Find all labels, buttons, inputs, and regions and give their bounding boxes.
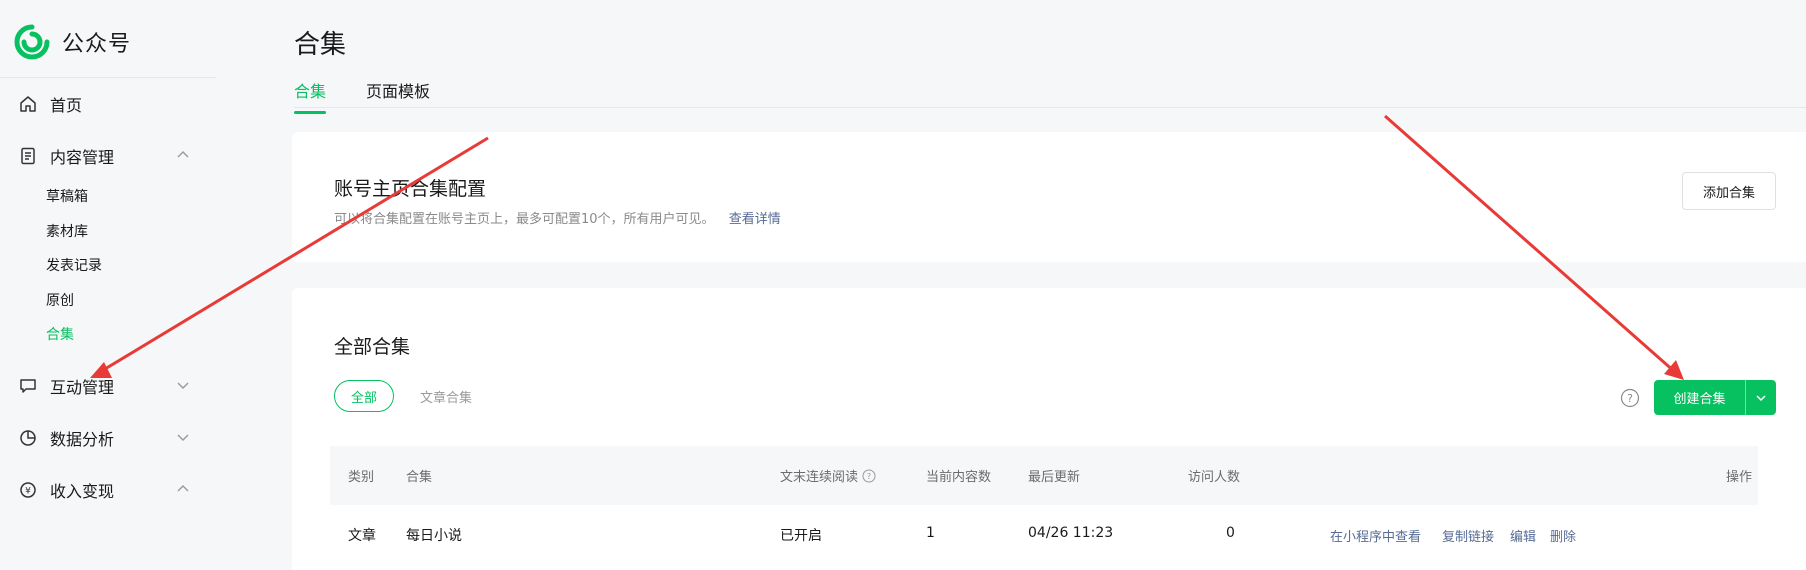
sidebar: 公众号 首页 内容管理 草稿箱 素材库 发表记录 原创 合集 互动管理 数据分析 — [0, 0, 216, 570]
table-header: 类别 合集 文末连续阅读 ? 当前内容数 最后更新 访问人数 操作 — [330, 446, 1758, 505]
cell-continuous-reading: 已开启 — [780, 528, 822, 544]
chevron-down-icon — [177, 434, 189, 441]
column-header-label: 文末连续阅读 — [780, 470, 859, 485]
chevron-down-icon — [177, 382, 189, 389]
svg-text:?: ? — [1627, 392, 1633, 405]
document-icon — [18, 146, 38, 166]
sidebar-item-label: 首页 — [50, 96, 83, 115]
tabs-divider — [294, 107, 1806, 108]
sidebar-item-home[interactable]: 首页 — [18, 92, 188, 116]
config-card-description: 可以将合集配置在账号主页上，最多可配置10个，所有用户可见。 查看详情 — [334, 208, 781, 227]
column-header-last-updated: 最后更新 — [1028, 470, 1081, 485]
divider — [0, 77, 216, 78]
create-collection-button[interactable]: 创建合集 — [1654, 380, 1776, 415]
homepage-config-card: 账号主页合集配置 可以将合集配置在账号主页上，最多可配置10个，所有用户可见。 … — [292, 132, 1806, 262]
help-icon[interactable]: ? — [862, 469, 876, 483]
svg-text:?: ? — [867, 472, 871, 481]
tab-collections[interactable]: 合集 — [294, 78, 327, 114]
page-title: 合集 — [294, 30, 347, 60]
sidebar-subitem-drafts[interactable]: 草稿箱 — [46, 186, 88, 206]
cell-collection-name: 每日小说 — [406, 528, 462, 544]
sidebar-item-label: 互动管理 — [50, 378, 115, 397]
tab-bar: 合集 页面模板 — [294, 78, 430, 114]
chevron-down-icon[interactable] — [1746, 392, 1776, 404]
comment-icon — [18, 376, 38, 396]
column-header-visitors: 访问人数 — [1188, 470, 1241, 485]
sidebar-item-label: 内容管理 — [50, 148, 115, 167]
column-header-continuous-reading: 文末连续阅读 ? — [780, 466, 876, 485]
sidebar-item-label: 数据分析 — [50, 430, 115, 449]
sidebar-item-label: 收入变现 — [50, 482, 115, 501]
column-header-type: 类别 — [348, 470, 375, 485]
chevron-up-icon — [177, 485, 189, 492]
delete-link[interactable]: 删除 — [1550, 526, 1576, 545]
brand[interactable]: 公众号 — [14, 24, 131, 60]
filter-article-collections[interactable]: 文章合集 — [420, 387, 472, 406]
table-row: 文章 每日小说 已开启 1 04/26 11:23 0 在小程序中查看 复制链接… — [330, 505, 1758, 565]
pie-chart-icon — [18, 428, 38, 448]
copy-link-link[interactable]: 复制链接 — [1442, 526, 1494, 545]
home-icon — [18, 94, 38, 114]
sidebar-subitem-collections[interactable]: 合集 — [46, 324, 74, 344]
column-header-content-count: 当前内容数 — [926, 470, 992, 485]
view-in-miniprogram-link[interactable]: 在小程序中查看 — [1330, 526, 1421, 545]
sidebar-item-interaction[interactable]: 互动管理 — [18, 374, 189, 398]
sidebar-subitem-original[interactable]: 原创 — [46, 290, 74, 310]
view-details-link[interactable]: 查看详情 — [729, 212, 781, 227]
config-card-title: 账号主页合集配置 — [334, 178, 487, 200]
brand-name: 公众号 — [62, 32, 132, 57]
sidebar-subitem-materials[interactable]: 素材库 — [46, 221, 88, 241]
tab-page-templates[interactable]: 页面模板 — [366, 78, 430, 114]
all-collections-title: 全部合集 — [334, 336, 411, 358]
yen-icon: ¥ — [18, 480, 38, 500]
config-description-text: 可以将合集配置在账号主页上，最多可配置10个，所有用户可见。 — [334, 212, 715, 227]
column-header-collection: 合集 — [406, 470, 433, 485]
column-header-actions: 操作 — [1726, 470, 1753, 485]
add-collection-button[interactable]: 添加合集 — [1682, 172, 1776, 210]
chevron-up-icon — [177, 151, 189, 158]
edit-link[interactable]: 编辑 — [1510, 526, 1536, 545]
sidebar-subitem-publish-records[interactable]: 发表记录 — [46, 255, 102, 275]
sidebar-item-monetization[interactable]: ¥ 收入变现 — [18, 478, 189, 502]
create-collection-label[interactable]: 创建合集 — [1654, 388, 1745, 407]
cell-type: 文章 — [348, 528, 376, 544]
svg-text:¥: ¥ — [25, 487, 31, 497]
cell-last-updated: 04/26 11:23 — [1028, 525, 1114, 541]
cell-content-count: 1 — [926, 525, 935, 541]
sidebar-item-analytics[interactable]: 数据分析 — [18, 426, 189, 450]
filter-all[interactable]: 全部 — [334, 380, 394, 412]
wechat-official-account-logo — [14, 24, 50, 60]
help-icon[interactable]: ? — [1620, 388, 1640, 408]
sidebar-item-content[interactable]: 内容管理 — [18, 144, 189, 168]
cell-visitors: 0 — [1226, 525, 1235, 541]
